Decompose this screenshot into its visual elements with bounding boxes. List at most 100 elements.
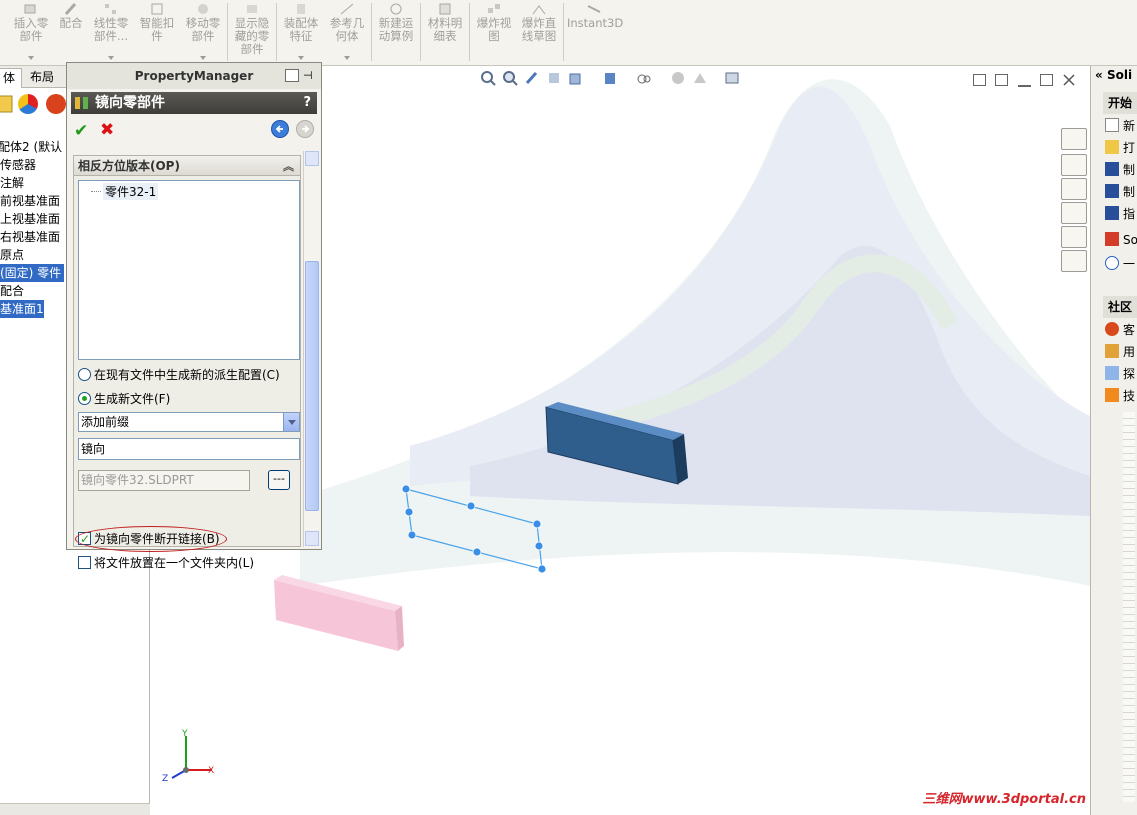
globe-icon: [1105, 322, 1119, 336]
cancel-button[interactable]: ✖: [100, 120, 114, 140]
pin-icon[interactable]: [285, 69, 299, 82]
graduation-cap-icon: [1105, 162, 1119, 176]
community-customer[interactable]: 客: [1105, 320, 1135, 340]
tree-item-assembly[interactable]: 配体2 (默认: [0, 138, 62, 156]
feature-tree-icon[interactable]: [0, 94, 14, 114]
task-tutorial-2-label: 制: [1123, 185, 1136, 199]
move-component-label: 移动零部件: [185, 16, 221, 43]
mirrored-part-preview[interactable]: [274, 575, 404, 651]
radio-derived-config-control[interactable]: [78, 368, 91, 381]
mate-icon: [64, 2, 77, 16]
insert-component-button[interactable]: 插入零部件: [10, 0, 52, 64]
instant3d-label: Instant3D: [567, 16, 624, 30]
task-info[interactable]: 一: [1105, 254, 1135, 274]
task-tutorial-1[interactable]: 制: [1105, 160, 1135, 180]
original-part-block[interactable]: [545, 402, 688, 485]
appearances-icon[interactable]: [1061, 226, 1087, 248]
custom-properties-icon[interactable]: [1061, 250, 1087, 272]
scroll-down-icon[interactable]: [305, 531, 319, 546]
tree-item-fixed-part[interactable]: (固定) 零件: [0, 264, 64, 282]
scroll-thumb[interactable]: [305, 261, 319, 511]
insert-component-label: 插入零部件: [13, 16, 49, 43]
move-component-button[interactable]: 移动零部件: [182, 0, 224, 64]
configuration-icon[interactable]: [46, 94, 66, 114]
community-users[interactable]: 用: [1105, 342, 1135, 362]
check-place-in-folder-box[interactable]: [78, 556, 91, 569]
info-icon: [1105, 256, 1119, 270]
bill-of-materials-button[interactable]: 材料明细表: [424, 0, 466, 64]
mirror-plane-preview[interactable]: [401, 484, 547, 574]
tab-feature-tree[interactable]: 体: [0, 68, 23, 88]
community-tech-label: 技: [1123, 389, 1136, 403]
smart-fasteners-button[interactable]: 智能扣件: [136, 0, 178, 64]
task-pane-title-text: Soli: [1106, 68, 1133, 82]
community-tech[interactable]: 技: [1105, 386, 1135, 406]
insert-component-dropdown-icon[interactable]: [28, 56, 34, 60]
new-motion-study-button[interactable]: 新建运动算例: [375, 0, 417, 64]
property-icon[interactable]: [18, 94, 38, 114]
task-new-document[interactable]: 新: [1105, 116, 1135, 136]
toolbar-separator: [469, 3, 470, 61]
tree-item-origin[interactable]: 原点: [0, 246, 24, 264]
show-hidden-icon: [247, 5, 257, 13]
task-tutorial-2[interactable]: 制: [1105, 182, 1135, 202]
chevron-down-icon[interactable]: [283, 413, 299, 431]
design-library-icon[interactable]: [1061, 154, 1087, 176]
linear-pattern-dropdown-icon[interactable]: [108, 56, 114, 60]
push-pin-icon[interactable]: ⊣: [303, 69, 317, 82]
instant3d-button[interactable]: Instant3D: [567, 0, 624, 64]
tree-item-plane1[interactable]: 基准面1: [0, 300, 44, 318]
task-tutorial-1-label: 制: [1123, 163, 1136, 177]
prefix-select[interactable]: 添加前缀: [78, 412, 300, 432]
show-hidden-label: 显示隐藏的零部件: [234, 16, 270, 56]
exploded-view-button[interactable]: 爆炸视图: [473, 0, 515, 64]
browse-button[interactable]: ---: [268, 470, 290, 490]
community-section-header[interactable]: 社区: [1103, 296, 1137, 318]
help-button[interactable]: ?: [303, 92, 311, 114]
back-arrow-icon: [275, 125, 283, 133]
tree-item-sensors[interactable]: 传感器: [0, 156, 36, 174]
show-hidden-components-button[interactable]: 显示隐藏的零部件: [231, 0, 273, 64]
task-guide[interactable]: 指: [1105, 204, 1135, 224]
radio-new-file-control[interactable]: [78, 392, 91, 405]
linear-pattern-button[interactable]: 线性零部件...: [90, 0, 132, 64]
community-users-label: 用: [1123, 345, 1136, 359]
linear-pattern-icon: [105, 4, 116, 14]
tree-item-annotations[interactable]: 注解: [0, 174, 24, 192]
task-open-document-label: 打: [1123, 141, 1136, 155]
radio-derived-config[interactable]: 在现有文件中生成新的派生配置(C): [78, 366, 280, 384]
task-open-document[interactable]: 打: [1105, 138, 1135, 158]
property-manager-scrollbar[interactable]: [303, 151, 319, 547]
radio-new-file[interactable]: 生成新文件(F): [78, 390, 170, 408]
reference-geometry-dropdown-icon[interactable]: [344, 56, 350, 60]
mate-button[interactable]: 配合: [56, 0, 86, 64]
opposite-hand-list[interactable]: 零件32-1: [78, 180, 300, 360]
collapse-icon[interactable]: ︽: [283, 157, 294, 177]
reference-geometry-button[interactable]: 参考几何体: [326, 0, 368, 64]
tree-item-front-plane[interactable]: 前视基准面: [0, 192, 60, 210]
back-button[interactable]: [271, 120, 289, 138]
tree-item-mates[interactable]: 配合: [0, 282, 24, 300]
tree-item-right-plane[interactable]: 右视基准面: [0, 228, 60, 246]
feature-manager-horizontal-scrollbar[interactable]: [0, 803, 150, 815]
assembly-features-dropdown-icon[interactable]: [298, 56, 304, 60]
view-palette-icon[interactable]: [1061, 202, 1087, 224]
task-solidworks[interactable]: So: [1105, 230, 1137, 250]
file-explorer-icon[interactable]: [1061, 178, 1087, 200]
assembly-features-button[interactable]: 装配体特征: [280, 0, 322, 64]
check-place-in-folder-label: 将文件放置在一个文件夹内(L): [94, 556, 255, 570]
opposite-hand-group-header[interactable]: 相反方位版本(OP) ︽: [74, 156, 300, 176]
explode-line-sketch-button[interactable]: 爆炸直线草图: [518, 0, 560, 64]
check-place-in-folder[interactable]: 将文件放置在一个文件夹内(L): [78, 554, 254, 572]
scroll-up-icon[interactable]: [305, 151, 319, 166]
list-item[interactable]: 零件32-1: [90, 183, 159, 200]
move-component-dropdown-icon[interactable]: [200, 56, 206, 60]
community-discuss[interactable]: 探: [1105, 364, 1135, 384]
prefix-text-input[interactable]: 镜向: [78, 438, 300, 460]
task-pane-title: « Soli: [1095, 68, 1133, 82]
tree-item-top-plane[interactable]: 上视基准面: [0, 210, 60, 228]
home-icon[interactable]: [1061, 128, 1087, 150]
ok-button[interactable]: ✔: [74, 121, 88, 141]
start-section-header[interactable]: 开始: [1103, 92, 1137, 114]
tab-layout[interactable]: 布局: [24, 68, 60, 88]
